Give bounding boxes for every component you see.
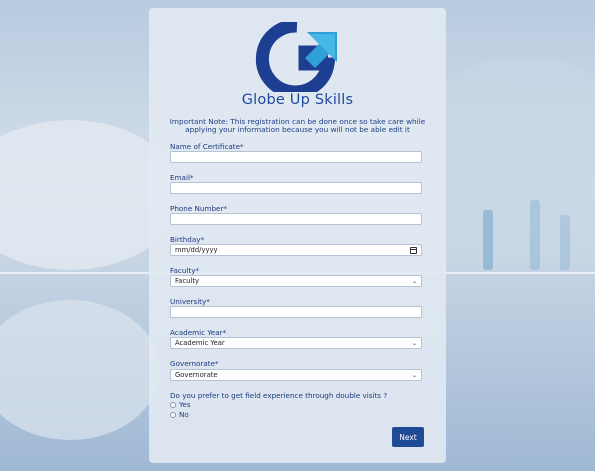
radio-button[interactable] [170, 411, 176, 418]
governorate-value: Governorate [175, 371, 218, 379]
academic-year-value: Academic Year [175, 339, 225, 347]
calendar-icon[interactable] [410, 246, 417, 254]
important-note: Important Note: This registration can be… [169, 117, 426, 134]
phone-input[interactable] [170, 213, 422, 225]
radio-label-yes: Yes [179, 400, 191, 409]
brand-name: Globe Up Skills [241, 92, 354, 108]
faculty-label: Faculty* [170, 266, 200, 275]
registration-card: Globe Up Skills Important Note: This reg… [149, 8, 446, 463]
university-input[interactable] [170, 306, 422, 318]
chevron-down-icon: ⌄ [411, 339, 417, 347]
faculty-value: Faculty [175, 277, 200, 285]
governorate-select[interactable]: Governorate ⌄ [170, 369, 422, 381]
email-label: Email* [170, 173, 194, 182]
governorate-label: Governorate* [170, 359, 219, 368]
radio-option-yes[interactable]: Yes [170, 400, 191, 409]
faculty-select[interactable]: Faculty ⌄ [170, 275, 422, 287]
field-experience-question: Do you prefer to get field experience th… [170, 391, 388, 400]
birthday-input[interactable]: mm/dd/yyyy [170, 244, 422, 256]
next-button[interactable]: Next [392, 427, 424, 447]
academic-year-select[interactable]: Academic Year ⌄ [170, 337, 422, 349]
email-input[interactable] [170, 182, 422, 194]
certificate-name-label: Name of Certificate* [170, 142, 244, 151]
phone-label: Phone Number* [170, 204, 228, 213]
certificate-name-input[interactable] [170, 151, 422, 163]
radio-button[interactable] [170, 401, 176, 408]
birthday-label: Birthday* [170, 235, 205, 244]
chevron-down-icon: ⌄ [411, 371, 417, 379]
chevron-down-icon: ⌄ [411, 277, 417, 285]
university-label: University* [170, 297, 210, 306]
radio-label-no: No [179, 410, 189, 419]
birthday-value: mm/dd/yyyy [175, 246, 218, 254]
academic-year-label: Academic Year* [170, 328, 227, 337]
radio-option-no[interactable]: No [170, 410, 189, 419]
globe-up-skills-logo [255, 22, 337, 92]
